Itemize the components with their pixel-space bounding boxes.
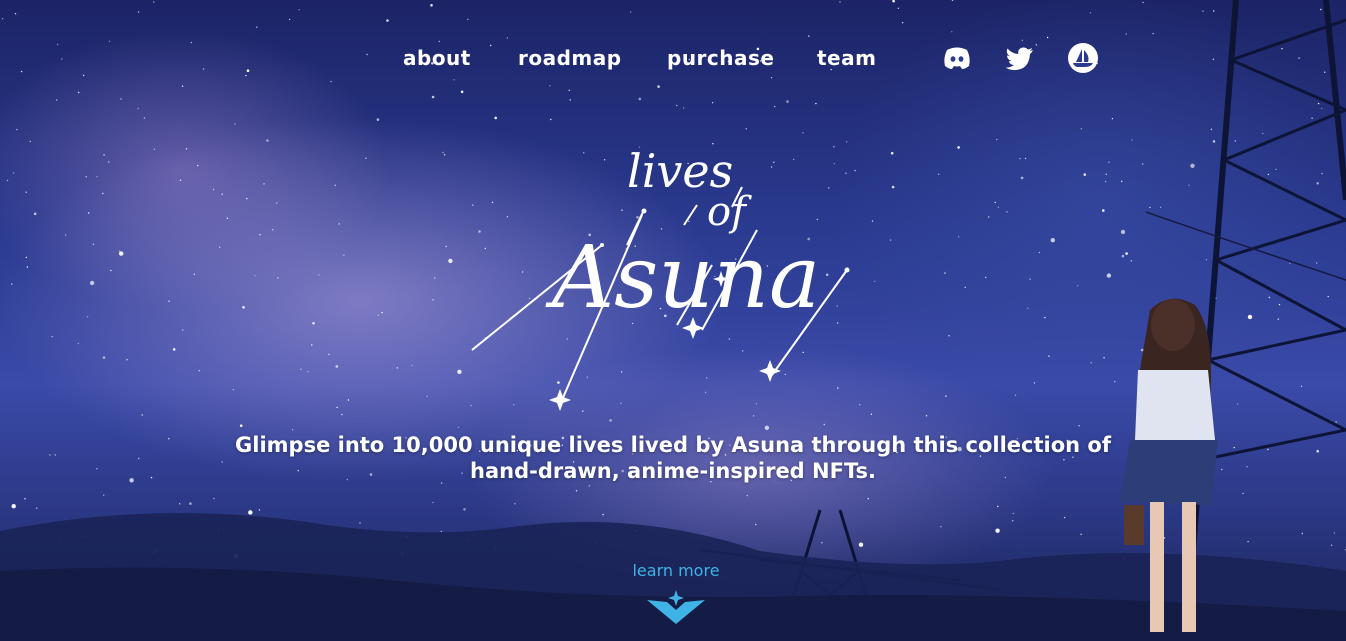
top-navigation: about roadmap purchase team <box>0 40 1346 76</box>
nav-link-team[interactable]: team <box>817 46 876 70</box>
twitter-icon[interactable] <box>1004 42 1036 74</box>
lives-of-asuna-logo: lives of Asuna <box>471 144 850 411</box>
nav-link-roadmap[interactable]: roadmap <box>518 46 622 70</box>
scroll-down-arrow-icon[interactable] <box>645 588 707 628</box>
logo-word-asuna: Asuna <box>545 228 820 328</box>
hero-tagline: Glimpse into 10,000 unique lives lived b… <box>223 432 1123 484</box>
tagline-line-2: hand-drawn, anime-inspired NFTs. <box>470 459 876 483</box>
hero-section: about roadmap purchase team lives of Asu… <box>0 0 1346 641</box>
learn-more-link[interactable]: learn more <box>606 561 746 580</box>
nav-link-about[interactable]: about <box>403 46 471 70</box>
opensea-icon[interactable] <box>1067 42 1099 74</box>
discord-icon[interactable] <box>941 42 973 74</box>
tagline-line-1: Glimpse into 10,000 unique lives lived b… <box>235 433 1111 457</box>
nav-link-purchase[interactable]: purchase <box>667 46 774 70</box>
